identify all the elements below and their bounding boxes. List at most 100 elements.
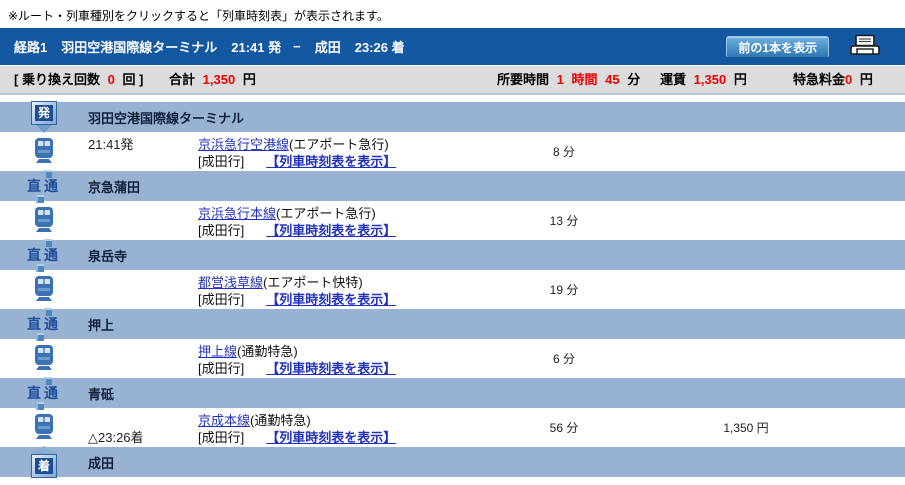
segment-duration: 6 分 bbox=[452, 339, 676, 378]
train-icon bbox=[0, 132, 88, 171]
arrive-badge: 着 bbox=[30, 446, 58, 478]
station-name: 羽田空港国際線ターミナル bbox=[88, 108, 244, 127]
station-row-departure: 発 羽田空港国際線ターミナル bbox=[0, 102, 905, 132]
destination: [成田行] bbox=[198, 223, 244, 238]
through-badge: 直通 bbox=[27, 308, 61, 341]
page-note: ※ルート・列車種別をクリックすると「列車時刻表」が表示されます。 bbox=[8, 7, 389, 24]
timetable-link[interactable]: 【列車時刻表を表示】 bbox=[266, 361, 396, 376]
timetable-link[interactable]: 【列車時刻表を表示】 bbox=[266, 154, 396, 169]
train-icon bbox=[0, 408, 88, 447]
summary-bar: [ 乗り換え回数 0 回 ] 合計 1,350 円 所要時間 1 時間 45 分… bbox=[0, 66, 905, 95]
segment-duration: 56 分 bbox=[452, 408, 676, 447]
train-type: (エアポート急行) bbox=[276, 206, 376, 221]
station-row-through: 直通 京急蒲田 bbox=[0, 171, 905, 201]
cube-icon bbox=[44, 170, 52, 178]
segment-time bbox=[88, 343, 198, 360]
segment-row: 押上線(通勤特急) [成田行]【列車時刻表を表示】 6 分 bbox=[0, 339, 905, 378]
arrow-up-icon bbox=[30, 446, 58, 454]
route-results-page: ※ルート・列車種別をクリックすると「列車時刻表」が表示されます。 経路1 羽田空… bbox=[0, 0, 905, 485]
segment-fare bbox=[676, 339, 816, 378]
duration-label: 所要時間 bbox=[497, 72, 549, 87]
transfers-value: 0 bbox=[108, 72, 115, 87]
through-badge: 直通 bbox=[27, 239, 61, 272]
station-name: 押上 bbox=[88, 315, 114, 334]
duration-summary: 所要時間 1 時間 45 分 bbox=[497, 66, 644, 93]
cube-icon bbox=[36, 264, 44, 272]
fare-label: 運賃 bbox=[660, 72, 686, 87]
segment-duration: 13 分 bbox=[452, 201, 676, 240]
timetable-link[interactable]: 【列車時刻表を表示】 bbox=[266, 223, 396, 238]
departure-time-title: 21:41 発 bbox=[231, 37, 281, 56]
transfers-unit: 回 ] bbox=[122, 72, 143, 87]
duration-minutes: 45 bbox=[605, 72, 619, 87]
cube-icon bbox=[44, 239, 52, 247]
train-type: (エアポート急行) bbox=[289, 137, 389, 152]
station-row-through: 直通 押上 bbox=[0, 309, 905, 339]
timetable-link[interactable]: 【列車時刻表を表示】 bbox=[266, 292, 396, 307]
segment-fare bbox=[676, 132, 816, 171]
duration-hours: 1 bbox=[557, 72, 564, 87]
show-previous-train-button[interactable]: 前の1本を表示 bbox=[726, 36, 829, 58]
express-fee-unit: 円 bbox=[860, 72, 873, 87]
segment-time bbox=[88, 412, 198, 429]
cube-icon bbox=[36, 333, 44, 341]
segment-row: △23:26着 京成本線(通勤特急) [成田行]【列車時刻表を表示】 56 分 … bbox=[0, 408, 905, 447]
transfer-and-total-summary: [ 乗り換え回数 0 回 ] 合計 1,350 円 bbox=[14, 66, 260, 93]
route-number: 経路1 bbox=[14, 37, 47, 56]
segment-fare bbox=[676, 270, 816, 309]
line-link[interactable]: 京浜急行空港線 bbox=[198, 137, 289, 152]
line-link[interactable]: 京浜急行本線 bbox=[198, 206, 276, 221]
station-row-through: 直通 泉岳寺 bbox=[0, 240, 905, 270]
cube-icon bbox=[36, 402, 44, 410]
segment-time-2 bbox=[88, 153, 198, 170]
station-row-arrival: 着 成田 bbox=[0, 447, 905, 477]
segment-duration: 8 分 bbox=[452, 132, 676, 171]
total-fare-value: 1,350 bbox=[203, 72, 236, 87]
arrival-time-title: 23:26 着 bbox=[355, 37, 405, 56]
total-label: 合計 bbox=[169, 72, 195, 87]
fare-unit: 円 bbox=[734, 72, 747, 87]
transfers-label: [ 乗り換え回数 bbox=[14, 72, 100, 87]
fare-summary: 運賃 1,350 円 bbox=[660, 66, 751, 93]
line-link[interactable]: 京成本線 bbox=[198, 413, 250, 428]
segment-time-2 bbox=[88, 291, 198, 308]
segment-row: 21:41発 京浜急行空港線(エアポート急行) [成田行]【列車時刻表を表示】 … bbox=[0, 132, 905, 171]
express-fee-value: 0 bbox=[845, 72, 852, 87]
train-icon bbox=[0, 339, 88, 378]
fare-value: 1,350 bbox=[694, 72, 727, 87]
express-fee-summary: 特急料金0 円 bbox=[793, 66, 877, 93]
line-link[interactable]: 都営浅草線 bbox=[198, 275, 263, 290]
segment-time bbox=[88, 205, 198, 222]
through-badge: 直通 bbox=[27, 170, 61, 203]
train-icon bbox=[0, 201, 88, 240]
segment-row: 都営浅草線(エアポート快特) [成田行]【列車時刻表を表示】 19 分 bbox=[0, 270, 905, 309]
cube-icon bbox=[44, 377, 52, 385]
train-type: (通勤特急) bbox=[250, 413, 311, 428]
departure-station-title: 羽田空港国際線ターミナル bbox=[61, 37, 217, 56]
total-fare-unit: 円 bbox=[243, 72, 256, 87]
printer-icon[interactable] bbox=[849, 34, 881, 64]
route-header: 経路1 羽田空港国際線ターミナル 21:41 発 − 成田 23:26 着 前の… bbox=[0, 28, 905, 65]
cube-icon bbox=[36, 195, 44, 203]
station-name: 成田 bbox=[88, 453, 114, 472]
train-type: (エアポート快特) bbox=[263, 275, 363, 290]
cube-icon bbox=[44, 308, 52, 316]
train-type: (通勤特急) bbox=[237, 344, 298, 359]
segment-row: 京浜急行本線(エアポート急行) [成田行] 【列車時刻表を表示】 13 分 bbox=[0, 201, 905, 240]
through-badge: 直通 bbox=[27, 377, 61, 410]
timetable-link[interactable]: 【列車時刻表を表示】 bbox=[266, 430, 396, 445]
duration-hours-unit: 時間 bbox=[572, 72, 598, 87]
station-name: 泉岳寺 bbox=[88, 246, 127, 265]
route-detail-table: 発 羽田空港国際線ターミナル 21:41発 bbox=[0, 102, 905, 477]
route-separator: − bbox=[293, 39, 301, 54]
segment-time-2 bbox=[88, 222, 198, 239]
depart-badge: 発 bbox=[31, 101, 57, 133]
station-row-through: 直通 青砥 bbox=[0, 378, 905, 408]
segment-fare: 1,350 円 bbox=[676, 408, 816, 447]
express-fee-label: 特急料金 bbox=[793, 72, 845, 87]
line-link[interactable]: 押上線 bbox=[198, 344, 237, 359]
segment-time-2: △23:26着 bbox=[88, 429, 198, 446]
segment-fare bbox=[676, 201, 816, 240]
train-icon bbox=[0, 270, 88, 309]
arrival-station-title: 成田 bbox=[315, 37, 341, 56]
